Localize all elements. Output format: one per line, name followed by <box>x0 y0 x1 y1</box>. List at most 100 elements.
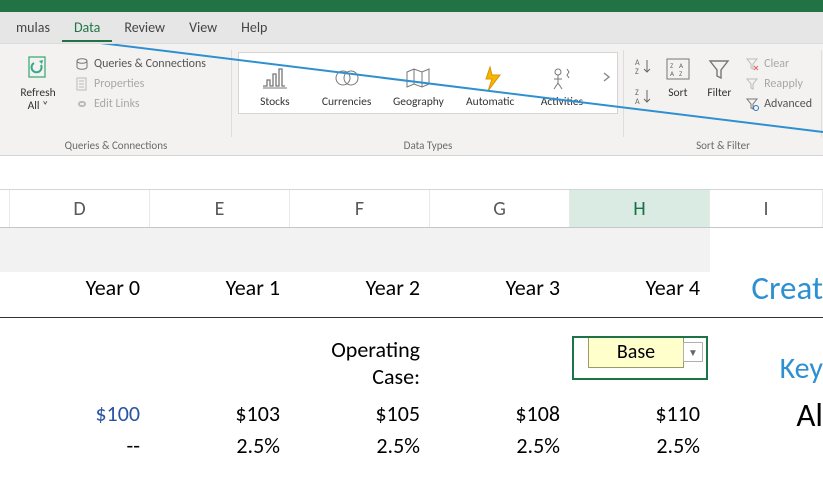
data-types-more-arrow[interactable] <box>598 57 617 97</box>
col-header-E[interactable]: E <box>150 190 290 227</box>
group-label-sort-filter: Sort & Filter <box>624 137 822 154</box>
automatic-button[interactable]: Automatic <box>454 57 526 109</box>
cell-pct-y4[interactable]: 2.5% <box>570 430 710 462</box>
advanced-filter-button[interactable]: Advanced <box>740 94 816 114</box>
refresh-all-label: Refresh All ˅ <box>20 87 55 113</box>
advanced-icon <box>744 96 760 112</box>
pct-row: -- 2.5% 2.5% 2.5% 2.5% <box>0 430 823 462</box>
cell-value-y1[interactable]: $103 <box>150 398 290 430</box>
group-label-data-types: Data Types <box>232 137 624 154</box>
column-headers: D E F G H I <box>0 190 823 228</box>
currencies-icon <box>332 63 362 93</box>
annotation-key: Key <box>780 350 823 387</box>
values-row: $100 $103 $105 $108 $110 <box>0 398 823 430</box>
col-header-H[interactable]: H <box>570 190 710 227</box>
currencies-button[interactable]: Currencies <box>311 57 383 109</box>
tab-help[interactable]: Help <box>229 13 279 42</box>
automatic-icon <box>475 63 505 93</box>
sort-button[interactable]: ZAAZ Sort <box>657 48 699 114</box>
cell-value-y0[interactable]: $100 <box>10 398 150 430</box>
cell-value-y3[interactable]: $108 <box>430 398 570 430</box>
automatic-label: Automatic <box>466 96 514 109</box>
geography-button[interactable]: Geography <box>383 57 455 109</box>
connections-icon <box>74 56 90 72</box>
clear-label: Clear <box>764 57 789 71</box>
advanced-label: Advanced <box>764 97 812 111</box>
reapply-button[interactable]: Reapply <box>740 74 816 94</box>
tab-view[interactable]: View <box>177 13 229 42</box>
col-header-G[interactable]: G <box>430 190 570 227</box>
svg-text:A: A <box>635 97 640 106</box>
geography-label: Geography <box>393 96 444 109</box>
sort-icon: ZAAZ <box>663 54 693 84</box>
activities-icon <box>547 63 577 93</box>
edit-links-label: Edit Links <box>94 97 140 111</box>
cell-pct-y3[interactable]: 2.5% <box>430 430 570 462</box>
reapply-label: Reapply <box>764 77 803 91</box>
reapply-icon <box>744 76 760 92</box>
group-label-queries: Queries & Connections <box>0 137 232 154</box>
properties-button[interactable]: Properties <box>70 74 210 94</box>
refresh-icon <box>23 54 53 84</box>
annotation-al: Al <box>796 395 823 435</box>
group-sort-filter: AZ ZA ZAAZ Sort Filter <box>624 44 822 155</box>
col-header-F[interactable]: F <box>290 190 430 227</box>
cell-grid[interactable]: Year 0 Year 1 Year 2 Year 3 Year 4 Opera… <box>0 228 823 462</box>
cell-year-2[interactable]: Year 2 <box>290 272 430 317</box>
tab-review[interactable]: Review <box>112 13 177 42</box>
cell-pct-y2[interactable]: 2.5% <box>290 430 430 462</box>
sort-label: Sort <box>668 87 687 100</box>
tab-formulas[interactable]: mulas <box>4 13 62 42</box>
edit-links-button[interactable]: Edit Links <box>70 94 210 114</box>
filter-icon <box>704 54 734 84</box>
geography-icon <box>403 63 433 93</box>
stocks-button[interactable]: Stocks <box>239 57 311 109</box>
stocks-label: Stocks <box>260 96 290 109</box>
chevron-down-icon[interactable]: ▼ <box>683 342 703 362</box>
formula-bar-area[interactable] <box>0 156 823 190</box>
edit-links-icon <box>74 96 90 112</box>
ribbon: Refresh All ˅ Queries & Connections Prop… <box>0 44 823 156</box>
filter-label: Filter <box>707 87 731 100</box>
operating-case-dropdown[interactable]: Base ▼ <box>588 336 684 368</box>
worksheet[interactable]: D E F G H I Year 0 Year 1 Year 2 Year 3 … <box>0 190 823 462</box>
cell-year-4[interactable]: Year 4 <box>570 272 710 317</box>
cell-year-0[interactable]: Year 0 <box>10 272 150 317</box>
cell-pct-y1[interactable]: 2.5% <box>150 430 290 462</box>
clear-icon <box>744 56 760 72</box>
col-header-D[interactable]: D <box>10 190 150 227</box>
refresh-all-button[interactable]: Refresh All ˅ <box>6 48 70 114</box>
tab-data[interactable]: Data <box>62 13 112 42</box>
cell-value-y2[interactable]: $105 <box>290 398 430 430</box>
sort-desc-button[interactable]: ZA <box>633 86 655 110</box>
cell-year-1[interactable]: Year 1 <box>150 272 290 317</box>
currencies-label: Currencies <box>322 96 372 109</box>
annotation-create: Creat <box>751 268 823 308</box>
queries-connections-button[interactable]: Queries & Connections <box>70 54 210 74</box>
group-queries-connections: Refresh All ˅ Queries & Connections Prop… <box>0 44 232 155</box>
cell-pct-y0[interactable]: -- <box>10 430 150 462</box>
group-data-types: Stocks Currencies Geography Automatic <box>232 44 624 155</box>
cell-value-y4[interactable]: $110 <box>570 398 710 430</box>
svg-text:A: A <box>670 69 675 78</box>
operating-case-value: Base <box>617 340 655 364</box>
properties-label: Properties <box>94 77 144 91</box>
sort-asc-button[interactable]: AZ <box>633 56 655 80</box>
operating-case-row: Operating Case: Base ▼ <box>0 334 823 380</box>
filter-button[interactable]: Filter <box>699 48 741 114</box>
clear-filter-button[interactable]: Clear <box>740 54 816 74</box>
col-header-edge <box>0 190 10 227</box>
cell-year-3[interactable]: Year 3 <box>430 272 570 317</box>
stocks-icon <box>260 63 290 93</box>
svg-text:Z: Z <box>679 69 683 78</box>
svg-text:Z: Z <box>635 67 639 76</box>
activities-label: Activities <box>541 96 583 109</box>
queries-connections-label: Queries & Connections <box>94 57 206 71</box>
activities-button[interactable]: Activities <box>526 57 598 109</box>
operating-case-label: Operating Case: <box>290 334 430 380</box>
app-titlebar <box>0 0 823 12</box>
ribbon-tabs: mulas Data Review View Help <box>0 12 823 44</box>
year-header-row: Year 0 Year 1 Year 2 Year 3 Year 4 <box>0 272 823 318</box>
properties-icon <box>74 76 90 92</box>
col-header-I[interactable]: I <box>710 190 823 227</box>
